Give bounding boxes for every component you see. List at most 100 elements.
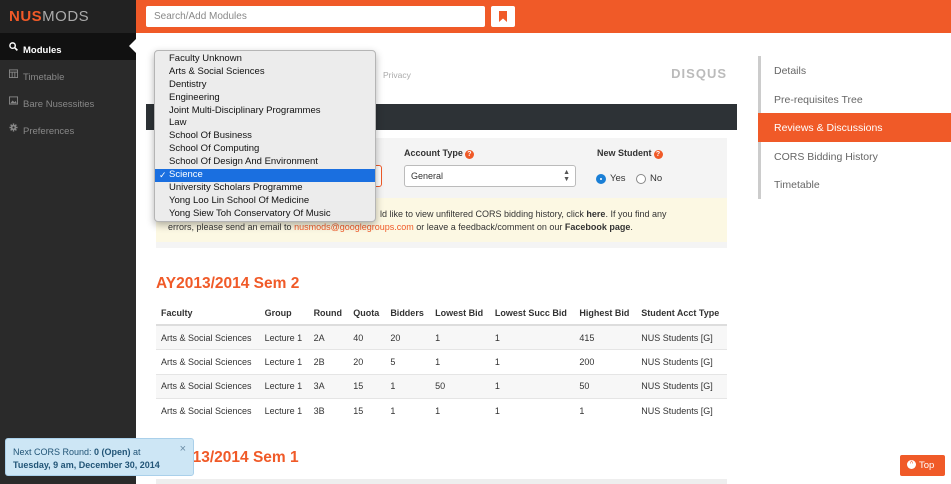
dropdown-option[interactable]: Arts & Social Sciences bbox=[155, 66, 375, 79]
dropdown-option[interactable]: School Of Computing bbox=[155, 143, 375, 156]
bookmark-button[interactable] bbox=[491, 6, 515, 27]
section-nav-item[interactable]: Pre-requisites Tree bbox=[758, 84, 951, 114]
radio-checked-icon bbox=[596, 173, 606, 184]
dropdown-option[interactable]: Engineering bbox=[155, 92, 375, 105]
dropdown-option-label: Engineering bbox=[169, 91, 220, 103]
sidebar-item-bare-nusessities[interactable]: Bare Nusessities bbox=[0, 87, 136, 114]
table-cell: NUS Students [G] bbox=[636, 398, 727, 423]
close-icon[interactable]: × bbox=[180, 443, 186, 456]
new-student-yes-radio[interactable]: Yes bbox=[596, 173, 626, 184]
gear-icon bbox=[9, 123, 18, 132]
section-nav-item[interactable]: Timetable bbox=[758, 170, 951, 199]
toast-line-1: Next CORS Round: 0 (Open) at bbox=[13, 447, 141, 457]
sidebar-item-label: Bare Nusessities bbox=[23, 99, 95, 110]
sidebar-item-timetable[interactable]: Timetable bbox=[0, 60, 136, 87]
table-row: Arts & Social Sciences Lecture 1 3A 15 1 50 1 5… bbox=[156, 373, 727, 399]
chevron-up-icon: ^ bbox=[907, 460, 916, 469]
new-student-no-radio[interactable]: No bbox=[636, 173, 662, 184]
check-icon: ✓ bbox=[159, 170, 167, 181]
dropdown-option-label: School Of Business bbox=[169, 130, 252, 142]
dropdown-option-label: Arts & Social Sciences bbox=[169, 65, 265, 77]
table-cell: Arts & Social Sciences bbox=[156, 349, 260, 374]
email-link[interactable]: nusmods@googlegroups.com bbox=[294, 222, 414, 232]
column-header: Round bbox=[308, 301, 349, 326]
table-cell: 1 bbox=[489, 324, 575, 350]
table-cell: 1 bbox=[489, 398, 575, 423]
facebook-link[interactable]: Facebook page bbox=[565, 222, 631, 232]
radio-label: Yes bbox=[610, 173, 626, 184]
dropdown-option[interactable]: Yong Loo Lin School Of Medicine bbox=[155, 195, 375, 208]
disqus-logo[interactable]: DISQUS bbox=[671, 66, 727, 81]
dropdown-option-label: Yong Loo Lin School Of Medicine bbox=[169, 194, 310, 206]
table-cell: 2B bbox=[308, 349, 349, 374]
dropdown-option[interactable]: Joint Multi-Disciplinary Programmes bbox=[155, 105, 375, 118]
table-cell: 1 bbox=[489, 373, 575, 399]
sidebar-item-modules[interactable]: Modules bbox=[0, 33, 136, 60]
dropdown-option-label: Science bbox=[169, 169, 203, 181]
logo-text-nus: NUS bbox=[9, 8, 43, 25]
semester-title: 013/2014 Sem 1 bbox=[184, 449, 299, 466]
faculty-dropdown-menu[interactable]: Faculty Unknown Arts & Social Sciences Den… bbox=[154, 50, 376, 222]
table-cell: 50 bbox=[574, 373, 637, 399]
section-nav-item[interactable]: Reviews & Discussions bbox=[758, 113, 951, 142]
dropdown-option[interactable]: Law bbox=[155, 117, 375, 130]
table-cell: 1 bbox=[385, 373, 431, 399]
dropdown-option[interactable]: Dentistry bbox=[155, 79, 375, 92]
sidebar-item-preferences[interactable]: Preferences bbox=[0, 114, 136, 141]
bookmark-icon bbox=[499, 11, 507, 22]
help-icon[interactable]: ? bbox=[464, 150, 474, 159]
table-cell: 1 bbox=[430, 324, 490, 350]
table-cell: 15 bbox=[348, 373, 386, 399]
table-cell: 2A bbox=[308, 324, 349, 350]
table-cell: 1 bbox=[430, 349, 490, 374]
column-header: Quota bbox=[348, 301, 386, 326]
here-link[interactable]: here bbox=[586, 209, 605, 219]
table-cell: 20 bbox=[385, 324, 431, 350]
dropdown-option-label: Law bbox=[169, 117, 187, 129]
section-nav-item[interactable]: Details bbox=[758, 56, 951, 85]
logo-text-mods: MODS bbox=[42, 8, 90, 25]
dropdown-option[interactable]: University Scholars Programme bbox=[155, 182, 375, 195]
table-cell: 40 bbox=[348, 324, 386, 350]
table-cell: NUS Students [G] bbox=[636, 324, 727, 350]
table-row: Arts & Social Sciences Lecture 1 2B 20 5 1 1 20… bbox=[156, 349, 727, 374]
table-cell: NUS Students [G] bbox=[636, 349, 727, 374]
section-nav-item[interactable]: CORS Bidding History bbox=[758, 141, 951, 171]
column-header: Lowest Bid bbox=[430, 301, 490, 326]
search-icon bbox=[9, 42, 18, 51]
dropdown-option[interactable]: School Of Business bbox=[155, 130, 375, 143]
table-header-row bbox=[156, 479, 727, 484]
sidebar-item-label: Timetable bbox=[23, 72, 65, 83]
table-row: Arts & Social Sciences Lecture 1 3B 15 1 1 1 1 N… bbox=[156, 398, 727, 423]
sidebar: Modules Timetable Bare Nusessities Prefe… bbox=[0, 33, 136, 484]
table-header-row: Faculty Group Round Quota Bidders Lowest Bid L… bbox=[156, 301, 727, 326]
privacy-link[interactable]: Privacy bbox=[383, 70, 411, 80]
sidebar-item-label: Modules bbox=[23, 45, 62, 56]
table-cell: NUS Students [G] bbox=[636, 373, 727, 399]
table-cell: 3A bbox=[308, 373, 349, 399]
dropdown-option[interactable]: Yong Siew Toh Conservatory Of Music bbox=[155, 208, 375, 221]
dropdown-option[interactable]: Faculty Unknown bbox=[155, 53, 375, 66]
search-input[interactable]: Search/Add Modules bbox=[146, 6, 485, 27]
help-icon[interactable]: ? bbox=[653, 150, 663, 159]
image-icon bbox=[9, 96, 18, 105]
dropdown-option-label: Joint Multi-Disciplinary Programmes bbox=[169, 104, 321, 116]
table-cell: Arts & Social Sciences bbox=[156, 324, 260, 350]
table-body: Arts & Social Sciences Lecture 1 2A 40 20 1 1 4… bbox=[156, 324, 727, 423]
table-cell: Arts & Social Sciences bbox=[156, 398, 260, 423]
app-logo[interactable]: NUSMODS bbox=[0, 0, 136, 33]
table-cell: Lecture 1 bbox=[259, 349, 309, 374]
toast-line-2: Tuesday, 9 am, December 30, 2014 bbox=[13, 460, 160, 470]
table-cell: 1 bbox=[489, 349, 575, 374]
dropdown-option[interactable]: School Of Design And Environment bbox=[155, 156, 375, 169]
table-row: Arts & Social Sciences Lecture 1 2A 40 20 1 1 4… bbox=[156, 324, 727, 350]
table-cell: 1 bbox=[385, 398, 431, 423]
back-to-top-button[interactable]: ^ Top bbox=[900, 455, 945, 476]
dropdown-option[interactable]: ✓ Science bbox=[155, 169, 375, 182]
table-cell: Lecture 1 bbox=[259, 373, 309, 399]
table-cell: 415 bbox=[574, 324, 637, 350]
table-cell: 1 bbox=[574, 398, 637, 423]
table-cell: 1 bbox=[430, 398, 490, 423]
semester-title: AY2013/2014 Sem 2 bbox=[156, 275, 300, 292]
account-type-select[interactable]: General ▲ ▼ bbox=[404, 165, 576, 187]
